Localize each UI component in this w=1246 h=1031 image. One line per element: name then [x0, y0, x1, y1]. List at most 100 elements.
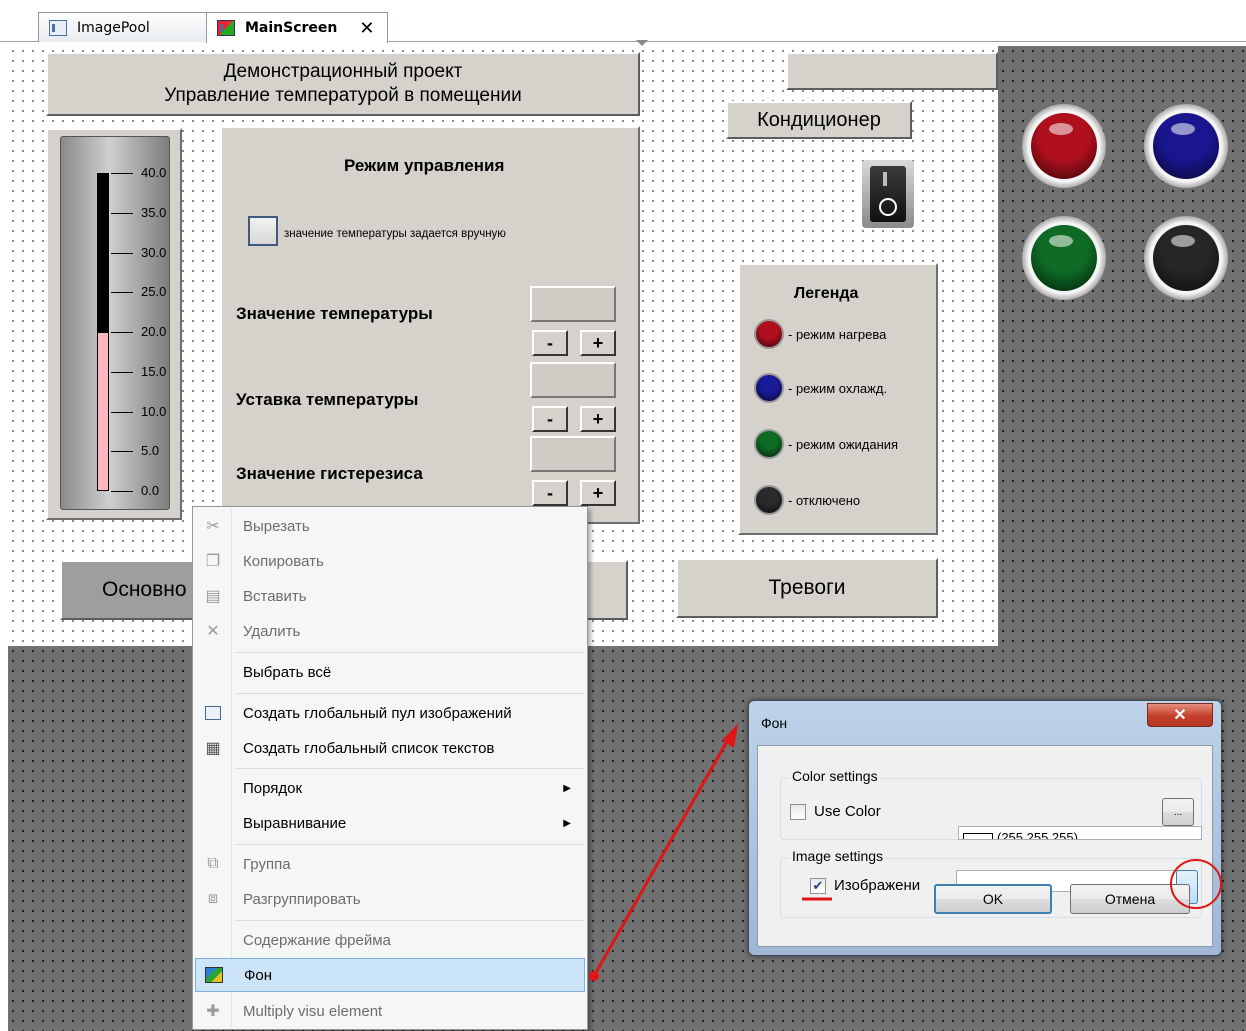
scale-label: 40.0 [141, 165, 167, 180]
temp-value-label: Значение температуры [236, 304, 433, 323]
editor-tab-bar: ImagePool MainScreen ✕ [0, 0, 1246, 43]
temp-value-plus-button[interactable]: + [580, 330, 616, 356]
tab-mainscreen[interactable]: MainScreen ✕ [206, 12, 388, 43]
conditioner-switch[interactable] [862, 160, 914, 228]
green-led-icon [754, 429, 784, 459]
setpoint-minus-button[interactable]: - [532, 406, 568, 432]
legend-item-label: - отключено [788, 492, 861, 508]
menu-item-ungroup[interactable]: ⧈ Разгруппировать [195, 882, 585, 916]
black-lamp-icon [1153, 225, 1219, 291]
menu-separator [235, 652, 585, 653]
scale-tick [111, 173, 133, 174]
main-screen-label: Основно [102, 578, 187, 601]
black-led-icon [754, 485, 784, 515]
alarms-button[interactable]: Тревоги [676, 558, 938, 618]
scale-label: 30.0 [141, 244, 167, 260]
hysteresis-plus-button[interactable]: + [580, 480, 616, 506]
setpoint-field[interactable] [530, 362, 616, 398]
thermometer-level [97, 332, 109, 491]
use-color-checkbox[interactable] [790, 804, 806, 820]
legend-item-label: - режим охлажд. [788, 380, 888, 396]
menu-separator [235, 693, 585, 694]
project-title-line1: Демонстрационный проект [223, 61, 463, 82]
ok-button[interactable]: OK [934, 884, 1052, 914]
menu-item-align[interactable]: Выравнивание ▶ [195, 806, 585, 840]
project-title-line2: Управление температурой в помещении [164, 85, 522, 106]
hysteresis-field[interactable] [530, 436, 616, 472]
image-pool-icon [205, 706, 221, 720]
menu-item-group[interactable]: ⧉ Группа [195, 847, 585, 881]
scale-tick [111, 451, 133, 453]
top-right-element[interactable] [786, 52, 998, 90]
menu-item-background[interactable]: Фон [195, 958, 585, 992]
menu-item-label: Фон [244, 966, 273, 984]
hysteresis-minus-button[interactable]: - [532, 480, 568, 506]
menu-item-cut[interactable]: ✂ Вырезать [195, 509, 585, 543]
menu-item-label: Копировать [243, 552, 324, 570]
project-title-box[interactable]: Демонстрационный проект Управление темпе… [46, 52, 640, 116]
dialog-body: Color settings Use Color ... (255,255,25… [757, 745, 1213, 947]
menu-separator [235, 768, 585, 769]
temp-value-field[interactable] [530, 286, 616, 322]
scale-tick [111, 212, 133, 214]
menu-item-label: Выбрать всё [243, 663, 332, 681]
led-red[interactable] [1022, 104, 1106, 188]
temp-value-minus-button[interactable]: - [532, 330, 568, 356]
scale-tick [111, 252, 133, 254]
scale-label: 35.0 [141, 204, 167, 220]
image-checkbox[interactable]: ✔ [810, 878, 826, 894]
led-green[interactable] [1022, 216, 1106, 300]
color-value-field[interactable]: (255,255,255) [958, 826, 1202, 840]
tab-mainscreen-label: MainScreen [245, 20, 338, 36]
scale-tick [111, 332, 133, 333]
use-color-label: Use Color [814, 803, 881, 820]
hysteresis-label: Значение гистерезиса [236, 464, 423, 483]
menu-item-create-image-pool[interactable]: Создать глобальный пул изображений [195, 696, 585, 730]
menu-item-frame-content[interactable]: Содержание фрейма [195, 923, 585, 957]
background-icon [205, 967, 223, 983]
thermometer-body: 40.0 35.0 30.0 25.0 20.0 15.0 10.0 5.0 0.0 [60, 136, 170, 510]
led-black[interactable] [1144, 216, 1228, 300]
scale-tick [111, 411, 133, 413]
menu-item-copy[interactable]: ❐ Копировать [195, 544, 585, 578]
scale-tick [111, 371, 133, 373]
close-tab-icon[interactable]: ✕ [359, 18, 374, 39]
paste-icon: ▤ [205, 588, 221, 605]
tab-imagepool[interactable]: ImagePool [38, 12, 208, 42]
blue-lamp-icon [1153, 113, 1219, 179]
scale-label: 25.0 [141, 284, 167, 300]
cancel-button[interactable]: Отмена [1070, 884, 1190, 914]
legend-panel: Легенда - режим нагрева - режим охлажд. … [738, 263, 938, 535]
setpoint-plus-button[interactable]: + [580, 406, 616, 432]
menu-item-paste[interactable]: ▤ Вставить [195, 579, 585, 613]
legend-item-off: - отключено [754, 485, 860, 515]
main-screen-button[interactable]: Основно [60, 560, 210, 620]
green-lamp-icon [1031, 225, 1097, 291]
conditioner-button[interactable]: Кондиционер [726, 101, 912, 139]
dialog-title: Фон [761, 715, 788, 731]
menu-item-label: Группа [243, 855, 291, 873]
menu-item-order[interactable]: Порядок ▶ [195, 771, 585, 805]
control-mode-panel: Режим управления значение температуры за… [220, 126, 640, 524]
multiply-icon: ✚ [206, 1003, 220, 1020]
led-blue[interactable] [1144, 104, 1228, 188]
close-icon[interactable]: ✕ [1147, 703, 1213, 727]
menu-item-delete[interactable]: ✕ Удалить [195, 614, 585, 648]
color-settings-label: Color settings [790, 768, 880, 784]
manual-mode-label: значение температуры задается вручную [284, 228, 506, 240]
legend-item-label: - режим ожидания [788, 436, 899, 452]
menu-item-label: Удалить [243, 622, 301, 640]
manual-mode-checkbox[interactable] [248, 216, 278, 246]
submenu-arrow-icon: ▶ [563, 782, 571, 794]
menu-separator [235, 844, 585, 845]
thermometer[interactable]: 40.0 35.0 30.0 25.0 20.0 15.0 10.0 5.0 0.0 [46, 128, 182, 520]
menu-item-multiply[interactable]: ✚ Multiply visu element [195, 994, 585, 1028]
menu-item-label: Разгруппировать [243, 890, 361, 908]
color-browse-button[interactable]: ... [1162, 798, 1194, 826]
menu-item-select-all[interactable]: Выбрать всё [195, 655, 585, 689]
image-settings-label: Image settings [790, 848, 886, 864]
image-pool-icon [49, 19, 67, 36]
menu-item-label: Создать глобальный список текстов [243, 739, 495, 757]
menu-item-create-text-list[interactable]: ▦ Создать глобальный список текстов [195, 731, 585, 765]
menu-item-label: Порядок [243, 779, 303, 797]
